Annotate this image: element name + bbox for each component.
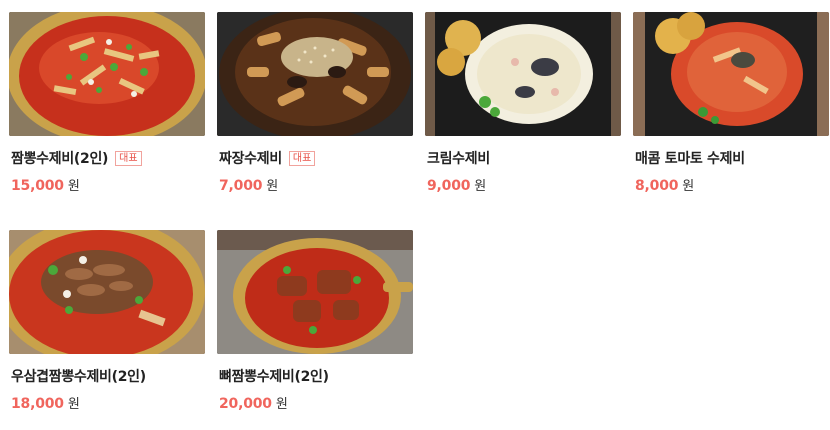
- menu-price: 18,000: [11, 396, 64, 412]
- menu-image[interactable]: [9, 12, 205, 136]
- menu-name-row: 크림수제비: [427, 148, 490, 168]
- signature-badge: 대표: [115, 150, 142, 166]
- menu-card[interactable]: 뼈짬뽕수제비(2인) 20,000 원: [217, 230, 413, 430]
- currency-label: 원: [67, 179, 80, 194]
- signature-badge: 대표: [288, 150, 316, 166]
- menu-image[interactable]: [633, 12, 829, 136]
- currency-label: 원: [275, 397, 288, 412]
- menu-price-row: 9,000 원: [427, 175, 486, 195]
- menu-name-row: 짬뽕수제비(2인) 대표: [11, 148, 142, 168]
- menu-price: 15,000: [11, 178, 64, 194]
- currency-label: 원: [682, 179, 695, 194]
- menu-image[interactable]: [425, 12, 621, 136]
- menu-price-row: 20,000 원: [219, 393, 288, 413]
- menu-price: 7,000: [219, 178, 263, 194]
- currency-label: 원: [67, 397, 80, 412]
- menu-card[interactable]: 매콤 토마토 수제비 8,000 원: [633, 12, 829, 212]
- menu-price: 9,000: [427, 178, 471, 194]
- menu-name-row: 뼈짬뽕수제비(2인): [219, 366, 329, 386]
- menu-price: 20,000: [219, 396, 272, 412]
- menu-price-row: 7,000 원: [219, 175, 278, 195]
- menu-name: 우삼겹짬뽕수제비(2인): [11, 369, 146, 385]
- currency-label: 원: [266, 179, 279, 194]
- menu-price-row: 15,000 원: [11, 175, 80, 195]
- menu-image[interactable]: [217, 12, 413, 136]
- menu-name-row: 매콤 토마토 수제비: [635, 148, 745, 168]
- menu-name-row: 우삼겹짬뽕수제비(2인): [11, 366, 146, 386]
- menu-card[interactable]: 짬뽕수제비(2인) 대표 15,000 원: [9, 12, 205, 212]
- currency-label: 원: [474, 179, 487, 194]
- menu-card[interactable]: 크림수제비 9,000 원: [425, 12, 621, 212]
- menu-name: 짜장수제비: [219, 151, 282, 167]
- menu-name: 크림수제비: [427, 151, 490, 167]
- menu-name-row: 짜장수제비 대표: [219, 148, 316, 168]
- menu-image[interactable]: [9, 230, 205, 354]
- menu-card[interactable]: 짜장수제비 대표 7,000 원: [217, 12, 413, 212]
- menu-name: 뼈짬뽕수제비(2인): [219, 369, 329, 385]
- menu-price: 8,000: [635, 178, 679, 194]
- menu-price-row: 18,000 원: [11, 393, 80, 413]
- menu-price-row: 8,000 원: [635, 175, 694, 195]
- menu-grid: 짬뽕수제비(2인) 대표 15,000 원 짜장수제비 대표 7,000 원 크…: [0, 0, 830, 424]
- menu-card[interactable]: 우삼겹짬뽕수제비(2인) 18,000 원: [9, 230, 205, 430]
- menu-name: 짬뽕수제비(2인): [11, 151, 109, 167]
- menu-name: 매콤 토마토 수제비: [635, 151, 745, 167]
- menu-image[interactable]: [217, 230, 413, 354]
